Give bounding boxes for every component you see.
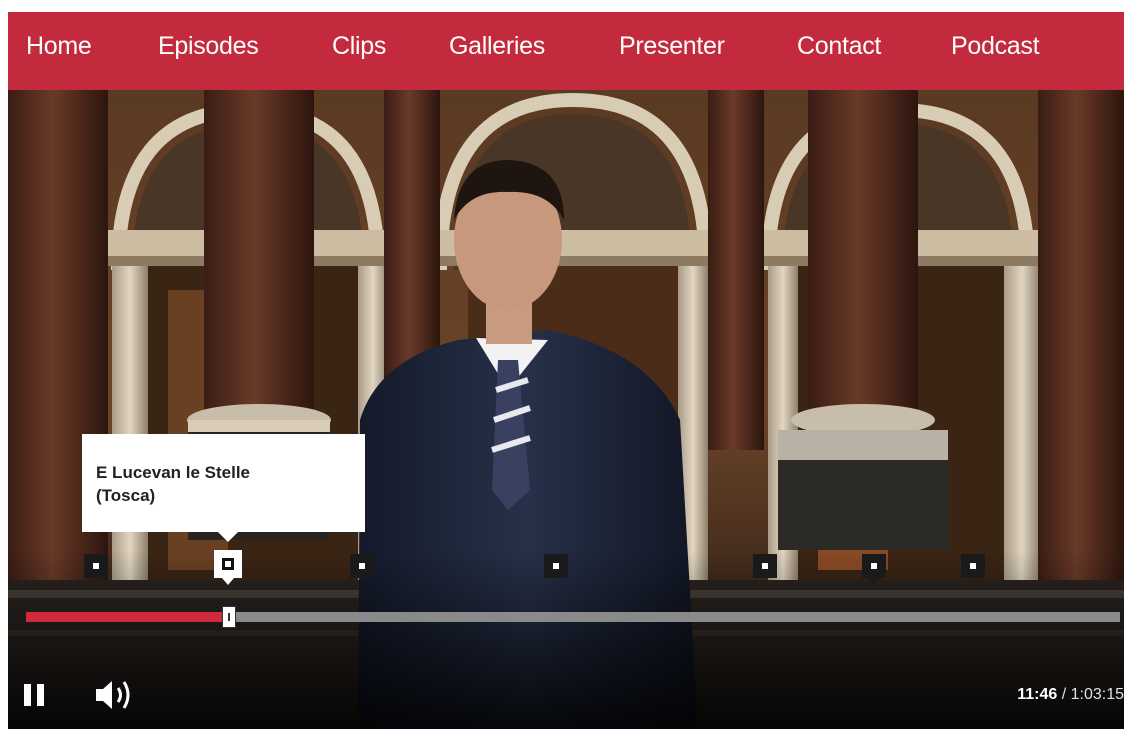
chapter-marker[interactable]	[350, 554, 374, 578]
page: Home Episodes Clips Galleries Presenter …	[0, 0, 1132, 729]
chapter-marker[interactable]	[961, 554, 985, 578]
current-time: 11:46	[1017, 686, 1058, 703]
chapter-marker[interactable]	[544, 554, 568, 578]
duration: 1:03:15	[1070, 686, 1124, 703]
nav-item-contact[interactable]: Contact	[797, 12, 881, 90]
chapter-marker-active[interactable]	[214, 550, 242, 585]
chapter-marker[interactable]	[84, 554, 108, 578]
nav-item-home[interactable]: Home	[26, 12, 92, 90]
video-frame	[8, 90, 1124, 729]
progress-bar[interactable]	[26, 606, 1120, 628]
progress-fill	[26, 612, 230, 622]
progress-handle[interactable]	[222, 606, 237, 628]
chapter-marker[interactable]	[753, 554, 777, 578]
nav-item-episodes[interactable]: Episodes	[158, 12, 259, 90]
chapter-marker[interactable]	[862, 554, 886, 585]
player-controls: 11:46 / 1:03:15	[8, 662, 1124, 729]
main-nav: Home Episodes Clips Galleries Presenter …	[8, 12, 1124, 90]
video-player[interactable]: E Lucevan le Stelle (Tosca) 11:46 / 1:03…	[8, 90, 1124, 729]
chapter-tooltip: E Lucevan le Stelle (Tosca)	[82, 434, 365, 542]
tooltip-title: E Lucevan le Stelle	[96, 463, 251, 482]
pause-icon[interactable]	[24, 684, 44, 706]
nav-item-podcast[interactable]: Podcast	[951, 12, 1040, 90]
volume-icon[interactable]	[94, 676, 140, 714]
nav-item-presenter[interactable]: Presenter	[619, 12, 725, 90]
time-display: 11:46 / 1:03:15	[1017, 686, 1124, 704]
tooltip-subtitle: (Tosca)	[96, 486, 156, 505]
nav-item-galleries[interactable]: Galleries	[449, 12, 545, 90]
time-separator: /	[1057, 686, 1071, 703]
nav-item-clips[interactable]: Clips	[332, 12, 386, 90]
